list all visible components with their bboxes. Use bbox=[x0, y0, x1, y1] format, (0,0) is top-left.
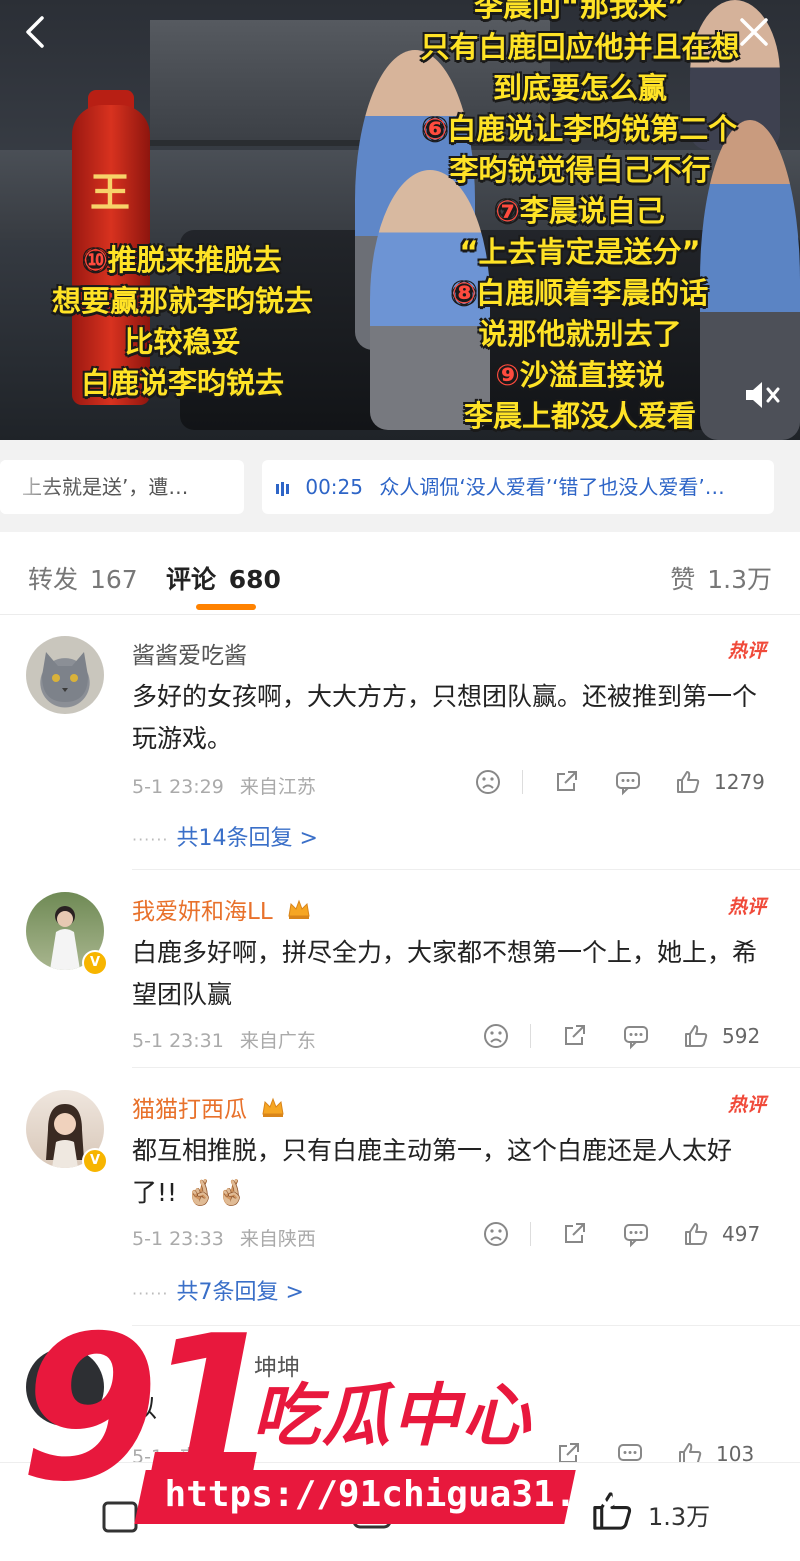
dislike-icon[interactable] bbox=[482, 1220, 510, 1252]
comment-text[interactable]: 都互相推脱，只有白鹿主动第一，这个白鹿还是人太好了!! 🤞🏼🤞🏼 bbox=[132, 1130, 772, 1214]
verified-badge-icon: V bbox=[82, 1148, 108, 1174]
watermark-url-banner: https://91chigua31.com bbox=[134, 1470, 641, 1524]
chapter-chip-active[interactable]: 00:25 众人调侃‘没人爱看’‘错了也没人爱看’… bbox=[262, 460, 774, 514]
caption-line: 说那他就别去了 bbox=[478, 317, 682, 351]
caption-line: “上去肯定是送分” bbox=[459, 235, 701, 269]
like-button[interactable]: 103 bbox=[676, 1440, 774, 1462]
dislike-icon[interactable] bbox=[474, 768, 502, 800]
caption-line: 到底要怎么赢 bbox=[492, 71, 667, 105]
like-count: 497 bbox=[722, 1222, 761, 1246]
post-like-count: 1.3万 bbox=[648, 1503, 711, 1531]
close-icon bbox=[740, 18, 768, 46]
caption-line: 李晨问“那我来” bbox=[473, 0, 687, 23]
share-icon[interactable] bbox=[552, 768, 580, 800]
divider bbox=[530, 1222, 531, 1246]
cat-avatar-image bbox=[42, 652, 88, 702]
tab-comment[interactable]: 评论 680 bbox=[166, 560, 281, 596]
speaker-muted-icon bbox=[746, 382, 780, 408]
close-button[interactable] bbox=[736, 14, 772, 50]
comment-username[interactable]: 我爱妍和海LL bbox=[132, 892, 312, 927]
view-replies-link[interactable]: ······ 共14条回复 > bbox=[132, 820, 318, 852]
chapter-chip[interactable]: 上去就是送’，遭… bbox=[0, 460, 244, 514]
caption-line: ⑥白鹿说让李昀锐第二个 bbox=[422, 112, 738, 146]
caption-line: 比较稳妥 bbox=[124, 325, 241, 359]
thumbs-up-icon bbox=[679, 1443, 702, 1462]
caption-line: 白鹿说李昀锐去 bbox=[80, 366, 284, 400]
thumbs-up-icon bbox=[685, 1025, 708, 1047]
like-count: 592 bbox=[722, 1024, 761, 1048]
like-button[interactable]: 497 bbox=[682, 1220, 774, 1252]
share-icon[interactable] bbox=[560, 1022, 588, 1054]
crown-icon bbox=[260, 1095, 286, 1125]
caption-line: ⑦李晨说自己 bbox=[495, 194, 665, 228]
share-icon[interactable] bbox=[560, 1220, 588, 1252]
bottle-label: 王 bbox=[90, 170, 130, 216]
hot-comment-badge: 热评 bbox=[727, 1094, 766, 1116]
chip-time: 00:25 bbox=[305, 475, 363, 499]
reply-icon[interactable] bbox=[622, 1220, 650, 1252]
caption-line: ⑩推脱来推脱去 bbox=[83, 243, 282, 277]
thumbs-up-icon bbox=[685, 1223, 708, 1245]
avatar[interactable] bbox=[26, 636, 104, 714]
tab-repost[interactable]: 转发 167 bbox=[28, 560, 138, 596]
caption-line: ⑧白鹿顺着李晨的话 bbox=[451, 276, 709, 310]
comment-item: 酱酱爱吃酱 热评 多好的女孩啊，大大方方，只想团队赢。还被推到第一个玩游戏。 5… bbox=[0, 614, 800, 870]
chip-text: 众人调侃‘没人爱看’‘错了也没人爱看’… bbox=[379, 475, 725, 499]
watermark-brand: 吃瓜中心 bbox=[252, 1377, 533, 1456]
mute-button[interactable] bbox=[742, 377, 782, 413]
caption-line: 李昀锐觉得自己不行 bbox=[449, 153, 711, 187]
like-button[interactable]: 592 bbox=[682, 1022, 774, 1054]
hot-comment-badge: 热评 bbox=[727, 640, 766, 662]
back-button[interactable] bbox=[18, 14, 54, 50]
detail-tabs: 转发 167 评论 680 赞 1.3万 bbox=[0, 532, 800, 615]
comment-meta: 5-1 23:33 来自陕西 bbox=[132, 1228, 316, 1250]
caption-line: 李晨上都没人爱看 bbox=[463, 399, 696, 433]
crown-icon bbox=[286, 897, 312, 927]
like-count: 1279 bbox=[714, 770, 765, 794]
caption-line: 只有白鹿回应他并且在想 bbox=[420, 30, 740, 64]
video-caption-right: 李晨问“那我来” 只有白鹿回应他并且在想 到底要怎么赢 ⑥白鹿说让李昀锐第二个 … bbox=[380, 0, 780, 437]
video-player[interactable]: 王 李晨问“那我来” 只有白鹿回应他并且在想 到底要怎么赢 ⑥白鹿说让李昀锐第二… bbox=[0, 0, 800, 440]
chapter-chip-bar: 上去就是送’，遭… 00:25 众人调侃‘没人爱看’‘错了也没人爱看’… bbox=[0, 440, 800, 532]
verified-badge-icon: V bbox=[82, 950, 108, 976]
comment-username[interactable]: 猫猫打西瓜 bbox=[132, 1090, 286, 1125]
comment-text[interactable]: 多好的女孩啊，大大方方，只想团队赢。还被推到第一个玩游戏。 bbox=[132, 676, 772, 760]
active-tab-indicator bbox=[196, 604, 256, 610]
reply-icon[interactable] bbox=[622, 1022, 650, 1054]
comment-actions: 497 bbox=[482, 1220, 774, 1250]
comment-actions: 1279 bbox=[474, 768, 774, 798]
caption-line: 想要赢那就李昀锐去 bbox=[51, 284, 313, 318]
comment-text[interactable]: 白鹿多好啊，拼尽全力，大家都不想第一个上，她上，希望团队赢 bbox=[132, 932, 772, 1016]
comment-actions: 592 bbox=[482, 1022, 774, 1052]
like-count: 103 bbox=[716, 1442, 755, 1462]
audio-bars-icon bbox=[276, 460, 291, 514]
caption-line: ⑨沙溢直接说 bbox=[495, 358, 665, 392]
divider bbox=[522, 770, 523, 794]
divider bbox=[530, 1024, 531, 1048]
comment-item: V 猫猫打西瓜 热评 都互相推脱，只有白鹿主动第一，这个白鹿还是人太好了!! 🤞… bbox=[0, 1068, 800, 1326]
watermark: 91 吃瓜中心 https://91chigua31.com bbox=[20, 1310, 641, 1550]
reply-icon[interactable] bbox=[616, 1440, 644, 1462]
comment-item: V 我爱妍和海LL 热评 白鹿多好啊，拼尽全力，大家都不想第一个上，她上，希望团… bbox=[0, 870, 800, 1068]
watermark-url: https://91chigua31.com bbox=[164, 1474, 642, 1515]
hot-comment-badge: 热评 bbox=[727, 896, 766, 918]
reply-icon[interactable] bbox=[614, 768, 642, 800]
chevron-left-icon bbox=[26, 16, 44, 48]
comment-actions: 103 bbox=[554, 1440, 774, 1462]
video-caption-left: ⑩推脱来推脱去 想要赢那就李昀锐去 比较稳妥 白鹿说李昀锐去 bbox=[40, 240, 325, 404]
comment-username[interactable]: 酱酱爱吃酱 bbox=[132, 636, 247, 670]
dislike-icon[interactable] bbox=[482, 1022, 510, 1054]
tab-like[interactable]: 赞 1.3万 bbox=[670, 560, 772, 596]
thumbs-up-icon bbox=[677, 771, 700, 793]
like-button[interactable]: 1279 bbox=[674, 768, 774, 800]
comment-meta: 5-1 23:29 来自江苏 bbox=[132, 776, 316, 798]
comment-meta: 5-1 23:31 来自广东 bbox=[132, 1030, 316, 1052]
